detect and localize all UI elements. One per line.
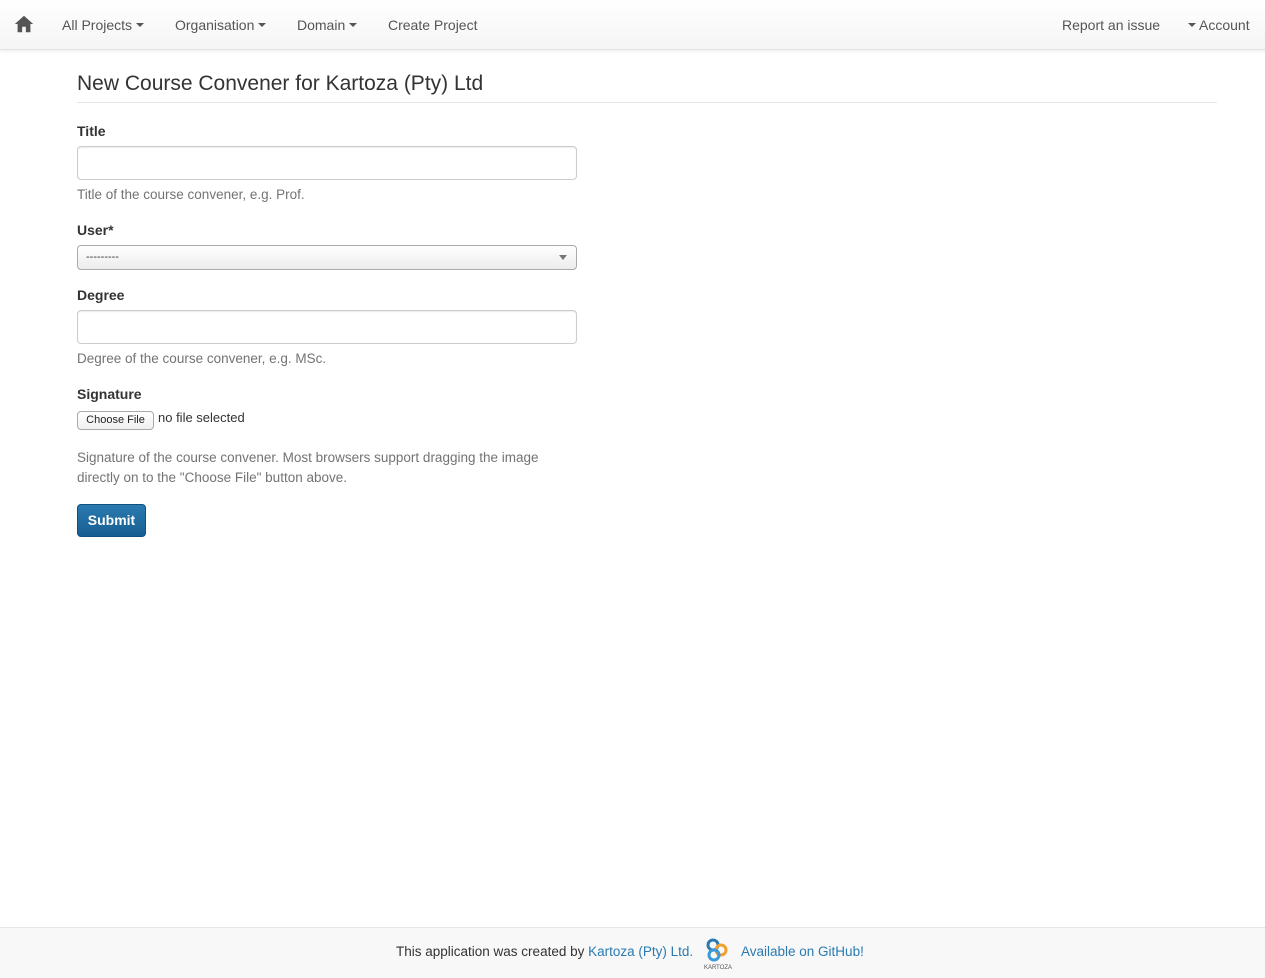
degree-help-text: Degree of the course convener, e.g. MSc. — [77, 351, 327, 366]
signature-help-text: Signature of the course convener. Most b… — [77, 450, 539, 485]
chevron-down-icon — [1188, 23, 1196, 28]
degree-label: Degree — [77, 287, 125, 303]
chevron-down-icon — [349, 23, 358, 28]
nav-domain-label: Domain — [297, 17, 346, 33]
page-title: New Course Convener for Kartoza (Pty) Lt… — [77, 72, 1217, 103]
nav-create-project[interactable]: Create Project — [388, 0, 477, 50]
github-link[interactable]: Available on GitHub! — [741, 944, 864, 959]
file-status-text: no file selected — [158, 410, 245, 425]
nav-report-issue[interactable]: Report an issue — [1062, 0, 1160, 50]
title-help-text: Title of the course convener, e.g. Prof. — [77, 187, 305, 202]
chevron-down-icon — [258, 23, 267, 28]
nav-domain[interactable]: Domain — [297, 0, 358, 50]
title-label: Title — [77, 123, 106, 139]
chevron-down-icon — [136, 23, 145, 28]
degree-input[interactable] — [77, 310, 577, 344]
top-navbar: All Projects Organisation Domain Create … — [0, 0, 1265, 50]
signature-label: Signature — [77, 386, 142, 402]
nav-all-projects[interactable]: All Projects — [62, 0, 145, 50]
user-select-value: --------- — [86, 251, 119, 263]
svg-text:KARTOZA: KARTOZA — [704, 965, 732, 971]
submit-button[interactable]: Submit — [77, 504, 146, 537]
home-icon[interactable] — [13, 13, 35, 35]
nav-account[interactable]: Account — [1188, 0, 1250, 50]
nav-organisation[interactable]: Organisation — [175, 0, 267, 50]
kartoza-logo: KARTOZA — [704, 938, 732, 971]
title-input[interactable] — [77, 146, 577, 180]
nav-organisation-label: Organisation — [175, 17, 255, 33]
user-select[interactable]: --------- — [77, 245, 577, 270]
footer-credit: This application was created by Kartoza … — [396, 944, 693, 959]
footer: This application was created by Kartoza … — [0, 927, 1265, 978]
user-label: User* — [77, 222, 114, 238]
nav-account-label: Account — [1199, 17, 1250, 33]
nav-all-projects-label: All Projects — [62, 17, 133, 33]
choose-file-button[interactable]: Choose File — [77, 411, 154, 430]
kartoza-link[interactable]: Kartoza (Pty) Ltd. — [588, 944, 693, 959]
footer-prefix: This application was created by — [396, 944, 589, 959]
dropdown-arrow-icon — [559, 255, 567, 260]
